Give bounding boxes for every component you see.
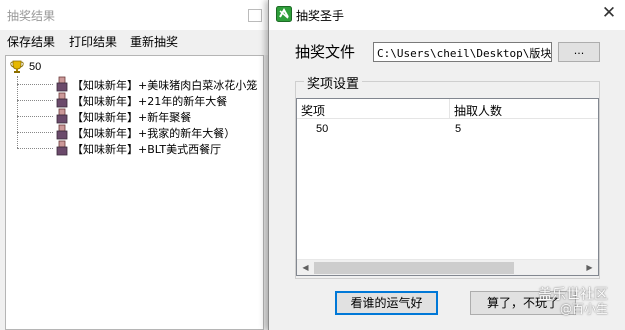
lucky-draw-button[interactable]: 看谁的运气好 bbox=[335, 291, 438, 315]
menu-print-results[interactable]: 打印结果 bbox=[69, 33, 117, 50]
dialog-title: 抽奖圣手 bbox=[296, 9, 345, 23]
results-menu-bar: 保存结果 打印结果 重新抽奖 bbox=[0, 30, 270, 50]
list-header: 奖项 抽取人数 bbox=[297, 99, 598, 119]
tree-item-label: 【知味新年】+新年聚餐 bbox=[72, 111, 192, 124]
tree-connector bbox=[17, 76, 18, 148]
watermark-author: @百小生 bbox=[560, 302, 609, 316]
person-icon bbox=[56, 76, 68, 92]
person-icon bbox=[56, 124, 68, 140]
tree-root-label: 50 bbox=[29, 61, 42, 73]
results-window-title: 抽奖结果 bbox=[7, 9, 56, 23]
cell-prize: 50 bbox=[316, 123, 329, 135]
lottery-dialog: 抽奖圣手 ✕ 抽奖文件 C:\Users\cheil\Desktop\版块活 .… bbox=[268, 0, 625, 330]
file-label: 抽奖文件 bbox=[295, 43, 356, 61]
trophy-icon bbox=[10, 60, 24, 73]
person-icon bbox=[56, 92, 68, 108]
tree-item-label: 【知味新年】+BLT美式西餐厅 bbox=[72, 143, 222, 156]
results-title-bar[interactable]: 抽奖结果 bbox=[0, 0, 270, 30]
results-tree[interactable]: 50 【知味新年】+美味猪肉白菜冰花小笼 【知味新年】+21年的新年大餐 【知味… bbox=[5, 55, 264, 330]
results-window: 抽奖结果 保存结果 打印结果 重新抽奖 50 【知味新年】+美味猪肉白菜冰花小笼… bbox=[0, 0, 270, 330]
column-header-count[interactable]: 抽取人数 bbox=[450, 99, 598, 119]
file-path-field[interactable]: C:\Users\cheil\Desktop\版块活 bbox=[373, 42, 552, 62]
menu-save-results[interactable]: 保存结果 bbox=[7, 33, 55, 50]
horizontal-scrollbar[interactable]: ◀ ▶ bbox=[297, 259, 598, 275]
tree-item-label: 【知味新年】+美味猪肉白菜冰花小笼 bbox=[72, 79, 258, 92]
scroll-right-icon[interactable]: ▶ bbox=[581, 260, 598, 275]
list-row[interactable]: 50 5 bbox=[297, 121, 598, 139]
app-logo-icon bbox=[276, 6, 292, 22]
scroll-thumb[interactable] bbox=[314, 262, 514, 274]
tree-item-label: 【知味新年】+21年的新年大餐 bbox=[72, 95, 228, 108]
person-icon bbox=[56, 108, 68, 124]
menu-redraw[interactable]: 重新抽奖 bbox=[130, 33, 178, 50]
cell-count: 5 bbox=[455, 123, 462, 135]
dialog-title-bar[interactable]: 抽奖圣手 ✕ bbox=[269, 0, 625, 30]
scroll-left-icon[interactable]: ◀ bbox=[297, 260, 314, 275]
prize-settings-label: 奖项设置 bbox=[304, 73, 363, 92]
maximize-icon[interactable] bbox=[248, 9, 262, 22]
column-header-prize[interactable]: 奖项 bbox=[297, 99, 450, 119]
close-icon[interactable]: ✕ bbox=[599, 3, 619, 23]
person-icon bbox=[56, 140, 68, 156]
prize-list[interactable]: 奖项 抽取人数 50 5 ◀ ▶ bbox=[296, 98, 599, 276]
browse-button[interactable]: ... bbox=[558, 42, 600, 62]
tree-item-label: 【知味新年】+我家的新年大餐） bbox=[72, 127, 236, 140]
